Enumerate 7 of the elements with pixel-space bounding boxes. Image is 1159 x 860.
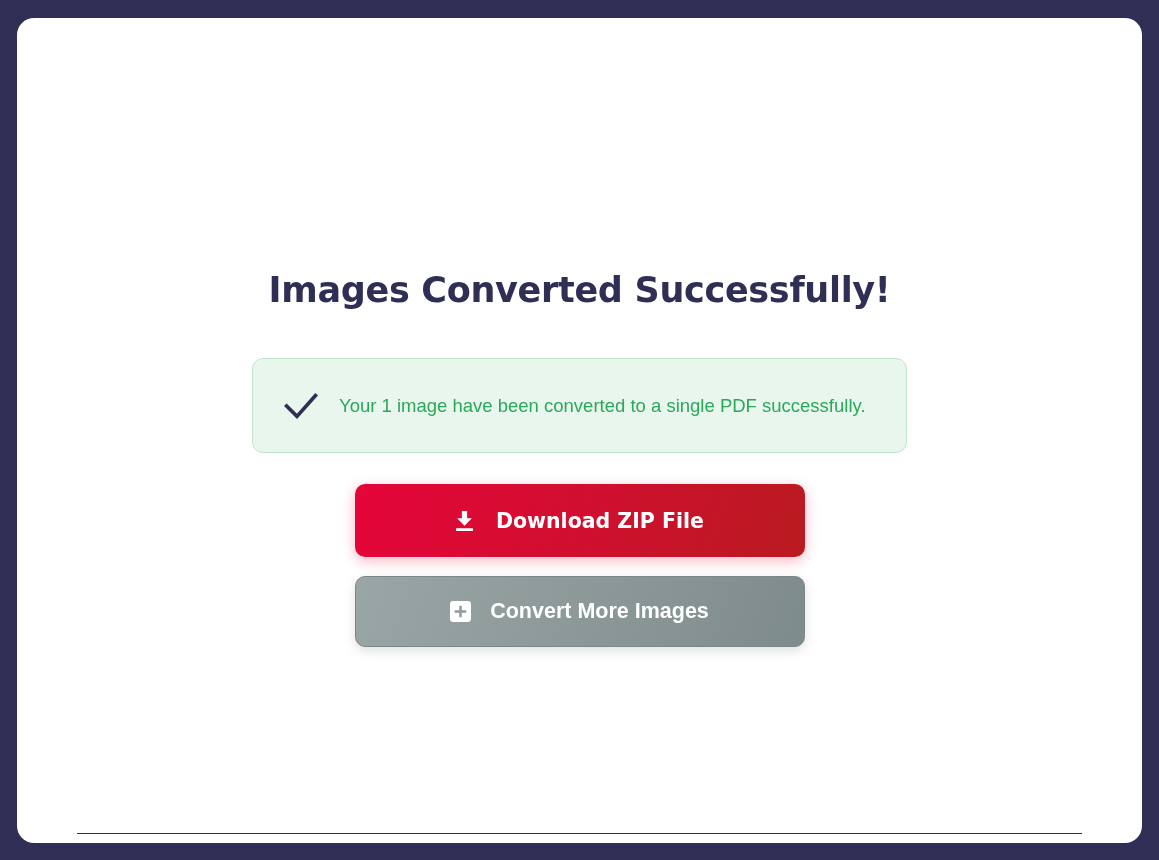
download-button[interactable]: Download ZIP File (354, 484, 805, 557)
convert-more-button[interactable]: Convert More Images (354, 576, 805, 647)
download-icon (455, 510, 474, 531)
success-message: Your 1 image have been converted to a single PDF successfully. (339, 394, 866, 417)
checkmark-icon (284, 390, 318, 421)
plus-square-icon (450, 601, 472, 622)
dialog-title: Images Converted Successfully! (268, 269, 891, 312)
